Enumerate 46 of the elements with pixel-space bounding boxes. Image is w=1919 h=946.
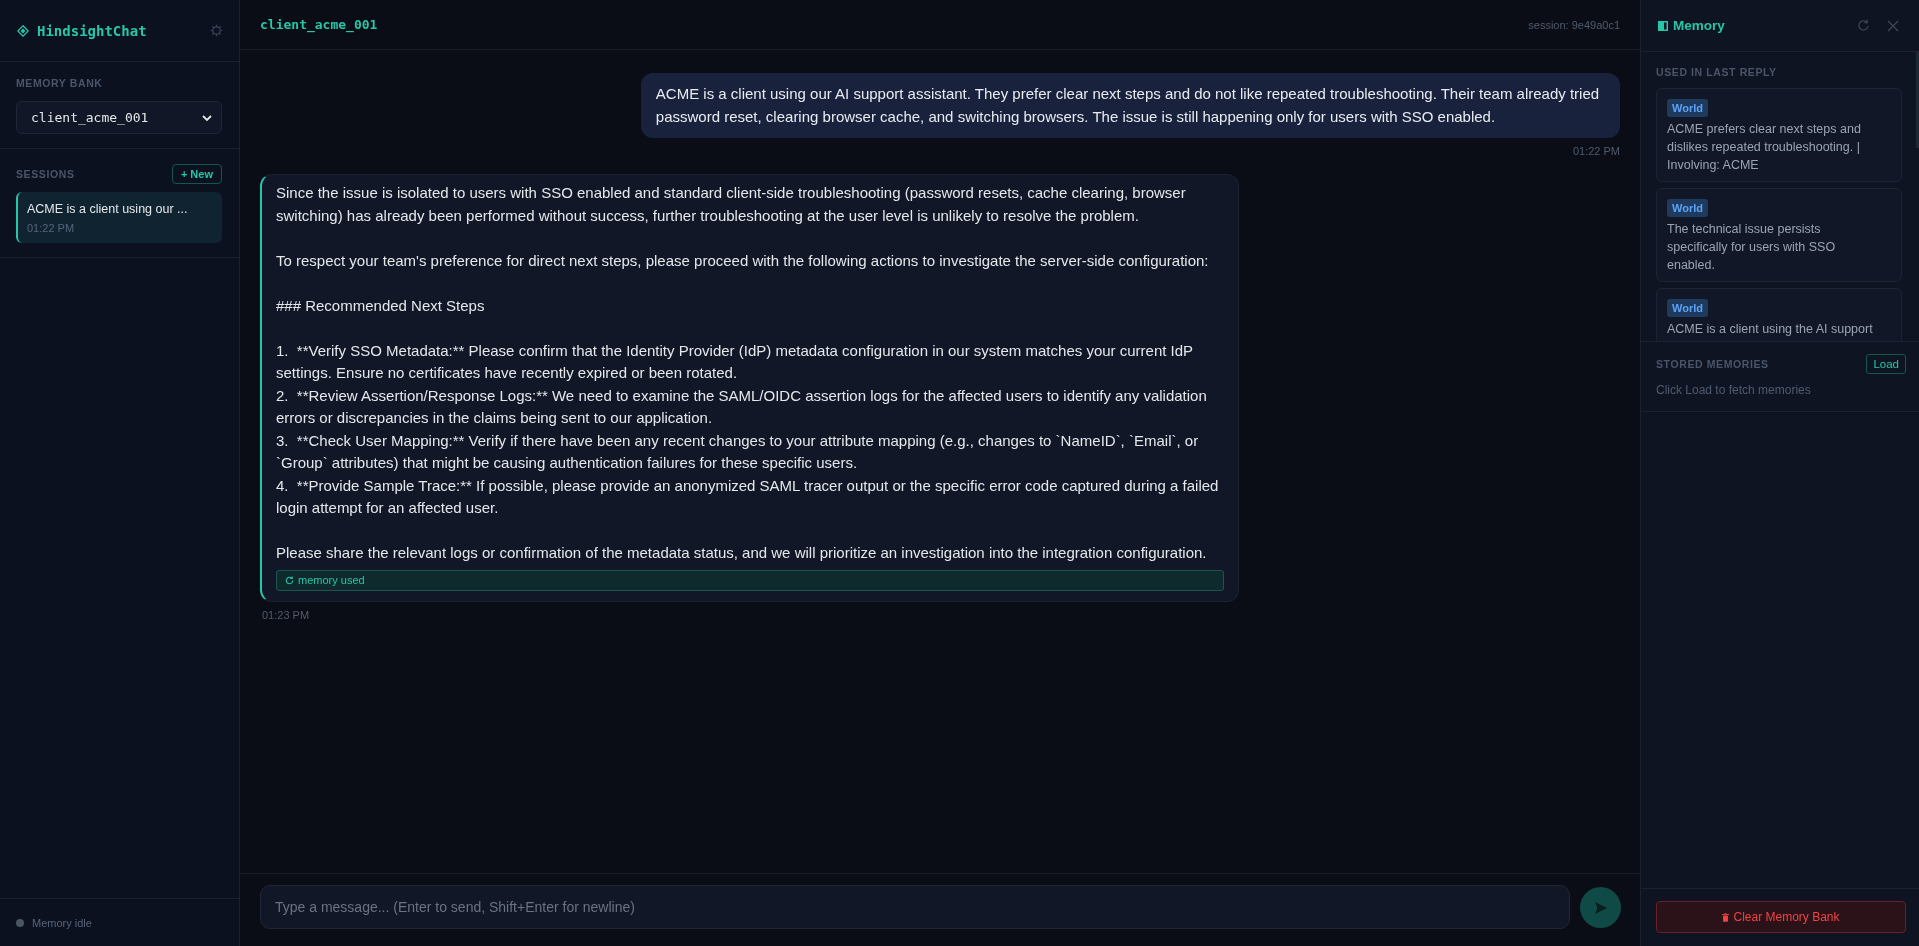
send-button[interactable] (1580, 887, 1621, 928)
memory-type-tag: World (1667, 199, 1708, 217)
section-label: USED IN LAST REPLY (1656, 66, 1778, 79)
memory-used-label: memory used (298, 573, 365, 587)
chat-title: client_acme_001 (260, 17, 378, 32)
diamond-logo-icon (17, 24, 29, 37)
memory-type-tag: World (1667, 299, 1708, 317)
message-time: 01:22 PM (1572, 144, 1620, 158)
memory-text: ACME prefers clear next steps and dislikes repeated troubleshooting. | Involving: ACME (1667, 121, 1862, 174)
message-text: Since the issue is isolated to users with SSO enabled and standard client-side troubleshooting (password resets, cache clearing, browser switching) has already been performed without success, further troubleshooting at the user level is unlikely to resolve the problem. (276, 183, 1187, 226)
section-label: STORED MEMORIES (1656, 357, 1769, 371)
new-session-button[interactable]: + New (171, 164, 222, 184)
memory-type-tag: World (1667, 99, 1708, 117)
settings-icon[interactable] (210, 24, 223, 37)
empty-state-text: Click Load to fetch memories (1656, 383, 1812, 398)
message-text: ACME is a client using our AI support assistant. They prefer clear next steps and do not like repeated troubleshooting. Their team already tried password reset, clearing browser cache, and switching browsers. The issue is still happening only for users with SSO enabled. (655, 84, 1601, 127)
message-text: To respect your team's preference for direct next steps, please proceed with the following actions to investigate the server-side configuration: (276, 250, 1210, 271)
section-label: MEMORY BANK (16, 77, 104, 90)
close-icon[interactable] (1887, 19, 1899, 32)
message-text: 1. **Verify SSO Metadata:** Please confirm that the Identity Provider (IdP) metadata configuration in our system matches your current IdP settings. Ensure no certificates have recently expired or been rotated. (276, 340, 1194, 383)
memory-bank-select[interactable]: client_acme_001 (16, 101, 222, 134)
chevron-down-icon (202, 114, 212, 121)
message-text: ### Recommended Next Steps (276, 295, 486, 316)
session-title: ACME is a client using our ... (27, 201, 189, 218)
load-button[interactable]: Load (1866, 354, 1906, 374)
clear-memory-button[interactable]: Clear Memory Bank (1656, 901, 1906, 933)
session-item[interactable]: ACME is a client using our ... 01:22 PM (16, 192, 222, 243)
panel-icon (1658, 20, 1668, 31)
status-text: Memory idle (32, 916, 92, 929)
send-icon (1593, 900, 1608, 915)
session-id: session: 9e49a0c1 (1528, 18, 1620, 31)
refresh-icon (285, 575, 294, 585)
message-text: 4. **Provide Sample Trace:** If possible, please provide an anonymized SAML tracer output or the specific error code captured during a failed login attempt for an affected user. (276, 475, 1220, 518)
message-time: 01:23 PM (262, 607, 310, 622)
memory-text: ACME is a client using the AI support (1667, 321, 1874, 338)
panel-title: Memory (1673, 18, 1725, 33)
section-label: SESSIONS (16, 167, 75, 181)
app-title: HindsightChat (37, 22, 147, 39)
message-text: 2. **Review Assertion/Response Logs:** We need to examine the SAML/OIDC assertion logs for the affected users to identify any validation errors or discrepancies in the claims being sent to our application. (276, 385, 1208, 428)
message-text: Please share the relevant logs or confirmation of the metadata status, and we will prioritize an investigation into the integration configuration. (276, 543, 1208, 563)
refresh-icon[interactable] (1857, 19, 1870, 32)
message-input[interactable]: Type a message... (Enter to send, Shift+Enter for newline) (260, 885, 1570, 929)
session-time: 01:22 PM (27, 221, 76, 235)
message-text: 3. **Check User Mapping:** Verify if there have been any recent changes to your attribute mapping (e.g., changes to `NameID`, `Email`, or `Group` attributes) that might be causing authentication failures for these specific users. (276, 430, 1200, 473)
memory-text: The technical issue persists specifically for users with SSO enabled. (1667, 221, 1837, 274)
trash-icon (1722, 912, 1730, 922)
